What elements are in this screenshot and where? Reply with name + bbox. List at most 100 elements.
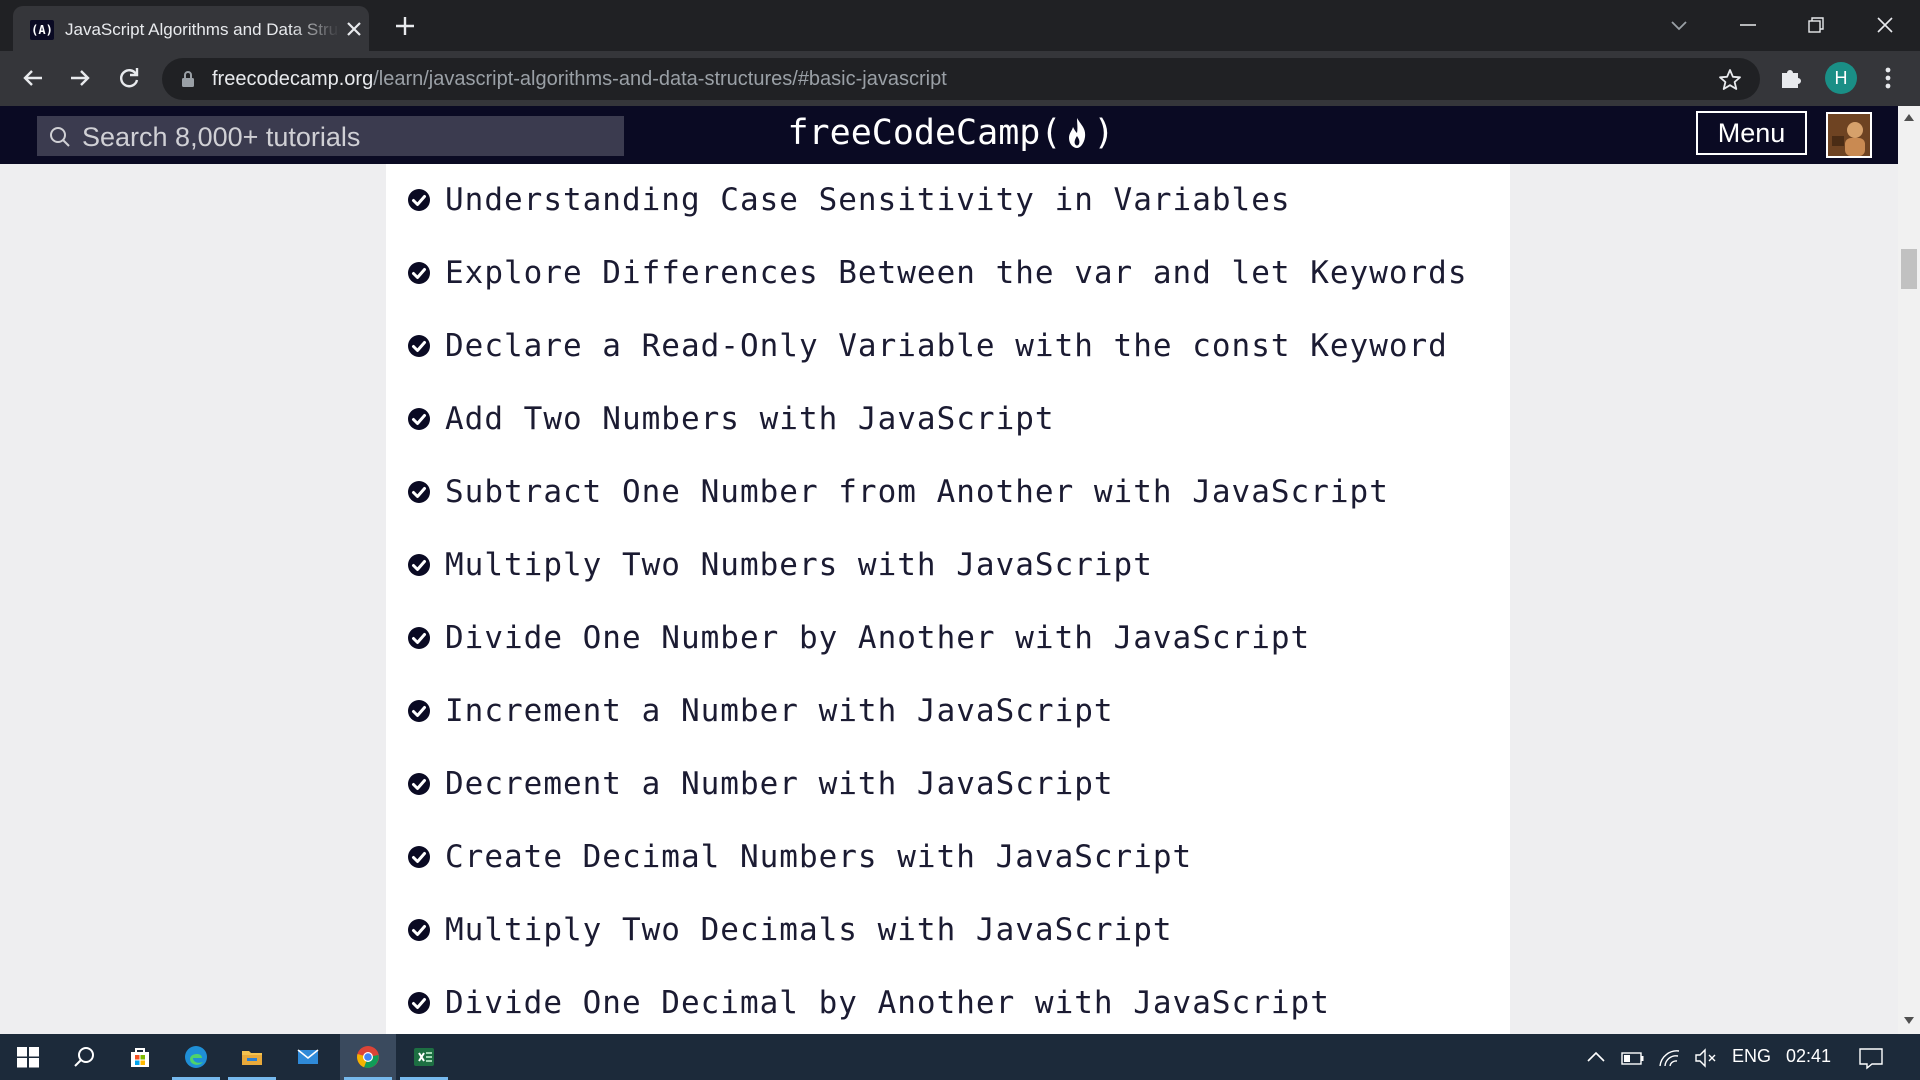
reload-icon[interactable]	[114, 63, 144, 93]
url-path: /learn/javascript-algorithms-and-data-st…	[373, 68, 947, 90]
file-explorer-icon	[242, 1051, 262, 1065]
action-center-icon[interactable]	[1857, 1046, 1885, 1070]
challenge-item[interactable]: Multiply Two Numbers with JavaScript	[386, 541, 1510, 591]
logo-text-left: freeCodeCamp(	[787, 113, 1062, 153]
wifi-icon[interactable]	[1657, 1046, 1683, 1070]
avatar-image	[1828, 114, 1870, 156]
completed-check-icon	[408, 992, 430, 1014]
completed-check-icon	[408, 481, 430, 503]
completed-check-icon	[408, 554, 430, 576]
completed-check-icon	[408, 189, 430, 211]
curriculum-panel: Understanding Case Sensitivity in Variab…	[386, 164, 1510, 1034]
browser-tab-strip: (A) JavaScript Algorithms and Data Struc…	[0, 0, 1920, 51]
url-host: freecodecamp.org	[212, 68, 374, 90]
challenge-link[interactable]: Divide One Number by Another with JavaSc…	[445, 620, 1310, 656]
completed-check-icon	[408, 408, 430, 430]
excel-icon	[414, 1048, 434, 1066]
input-language[interactable]: ENG	[1732, 1046, 1771, 1067]
completed-check-icon	[408, 262, 430, 284]
profile-avatar[interactable]: H	[1825, 62, 1857, 94]
fcc-navbar: Search 8,000+ tutorials freeCodeCamp( ) …	[0, 106, 1898, 164]
challenge-link[interactable]: Understanding Case Sensitivity in Variab…	[445, 182, 1291, 218]
store-icon	[131, 1048, 149, 1067]
restore-window-icon[interactable]	[1803, 12, 1829, 38]
freecodecamp-favicon-icon: (A)	[30, 20, 54, 40]
completed-check-icon	[408, 919, 430, 941]
challenge-link[interactable]: Add Two Numbers with JavaScript	[445, 401, 1055, 437]
challenge-item[interactable]: Decrement a Number with JavaScript	[386, 760, 1510, 810]
challenge-link[interactable]: Create Decimal Numbers with JavaScript	[445, 839, 1192, 875]
scrollbar-thumb[interactable]	[1901, 249, 1917, 289]
battery-icon[interactable]	[1620, 1046, 1646, 1070]
challenge-item[interactable]: Multiply Two Decimals with JavaScript	[386, 906, 1510, 956]
menu-button[interactable]: Menu	[1696, 111, 1807, 155]
extensions-puzzle-icon[interactable]	[1777, 64, 1805, 92]
scroll-down-arrow-icon[interactable]	[1903, 1016, 1915, 1026]
challenge-item[interactable]: Declare a Read-Only Variable with the co…	[386, 322, 1510, 372]
mail-icon	[297, 1049, 319, 1064]
browser-tab-active[interactable]: (A) JavaScript Algorithms and Data Struc…	[13, 6, 369, 51]
completed-check-icon	[408, 846, 430, 868]
url-text[interactable]: freecodecamp.org/learn/javascript-algori…	[212, 68, 947, 91]
windows-taskbar: ENG 02:41	[0, 1034, 1920, 1080]
challenge-link[interactable]: Subtract One Number from Another with Ja…	[445, 474, 1389, 510]
taskbar-search-button[interactable]	[56, 1034, 112, 1080]
taskbar-edge[interactable]	[168, 1034, 224, 1080]
flame-icon	[1069, 118, 1086, 148]
new-tab-button[interactable]	[392, 13, 418, 39]
scroll-up-arrow-icon[interactable]	[1903, 112, 1915, 122]
logo-text-right: )	[1093, 113, 1115, 153]
challenge-link[interactable]: Declare a Read-Only Variable with the co…	[445, 328, 1448, 364]
challenge-item[interactable]: Divide One Number by Another with JavaSc…	[386, 614, 1510, 664]
challenge-item[interactable]: Increment a Number with JavaScript	[386, 687, 1510, 737]
taskbar-search-icon	[74, 1047, 94, 1067]
show-hidden-icons-chevron-icon[interactable]	[1585, 1046, 1607, 1070]
challenge-item[interactable]: Subtract One Number from Another with Ja…	[386, 468, 1510, 518]
taskbar-file-explorer[interactable]	[224, 1034, 280, 1080]
search-icon	[50, 127, 70, 147]
start-button[interactable]	[0, 1034, 56, 1080]
challenge-item[interactable]: Add Two Numbers with JavaScript	[386, 395, 1510, 445]
back-arrow-icon[interactable]	[18, 63, 48, 93]
challenge-link[interactable]: Divide One Decimal by Another with JavaS…	[445, 985, 1330, 1021]
completed-check-icon	[408, 335, 430, 357]
forward-arrow-icon[interactable]	[65, 63, 95, 93]
completed-check-icon	[408, 773, 430, 795]
taskbar-store[interactable]	[112, 1034, 168, 1080]
taskbar-chrome[interactable]	[340, 1034, 396, 1080]
challenge-item[interactable]: Explore Differences Between the var and …	[386, 249, 1510, 299]
close-window-icon[interactable]	[1872, 12, 1898, 38]
challenge-item[interactable]: Understanding Case Sensitivity in Variab…	[386, 176, 1510, 226]
challenge-link[interactable]: Decrement a Number with JavaScript	[445, 766, 1114, 802]
tab-title: JavaScript Algorithms and Data Structure…	[65, 20, 340, 39]
browser-toolbar: freecodecamp.org/learn/javascript-algori…	[0, 51, 1920, 106]
completed-check-icon	[408, 700, 430, 722]
chrome-menu-icon[interactable]	[1875, 64, 1901, 92]
completed-check-icon	[408, 627, 430, 649]
challenge-link[interactable]: Increment a Number with JavaScript	[445, 693, 1114, 729]
challenge-link[interactable]: Multiply Two Decimals with JavaScript	[445, 912, 1173, 948]
challenge-link[interactable]: Multiply Two Numbers with JavaScript	[445, 547, 1153, 583]
tab-close-icon[interactable]	[343, 18, 365, 40]
address-bar[interactable]: freecodecamp.org/learn/javascript-algori…	[162, 58, 1760, 100]
clock-time[interactable]: 02:41	[1786, 1046, 1831, 1067]
freecodecamp-logo[interactable]: freeCodeCamp( )	[786, 111, 1116, 155]
page-background: Understanding Case Sensitivity in Variab…	[0, 164, 1898, 1034]
lock-icon[interactable]	[180, 70, 196, 88]
taskbar-mail[interactable]	[280, 1034, 336, 1080]
challenge-item[interactable]: Divide One Decimal by Another with JavaS…	[386, 979, 1510, 1029]
challenge-link[interactable]: Explore Differences Between the var and …	[445, 255, 1468, 291]
volume-muted-icon[interactable]	[1693, 1046, 1719, 1070]
page-scrollbar[interactable]	[1898, 106, 1920, 1034]
tab-search-chevron-icon[interactable]	[1666, 12, 1692, 38]
minimize-window-icon[interactable]	[1735, 12, 1761, 38]
challenge-item[interactable]: Create Decimal Numbers with JavaScript	[386, 833, 1510, 883]
chrome-icon	[357, 1046, 379, 1068]
edge-icon	[185, 1046, 207, 1068]
taskbar-excel[interactable]	[396, 1034, 452, 1080]
user-avatar[interactable]	[1826, 112, 1872, 158]
windows-start-icon	[17, 1047, 39, 1068]
bookmark-star-icon[interactable]	[1717, 67, 1743, 93]
search-placeholder: Search 8,000+ tutorials	[82, 122, 361, 152]
search-input[interactable]: Search 8,000+ tutorials	[37, 116, 624, 156]
